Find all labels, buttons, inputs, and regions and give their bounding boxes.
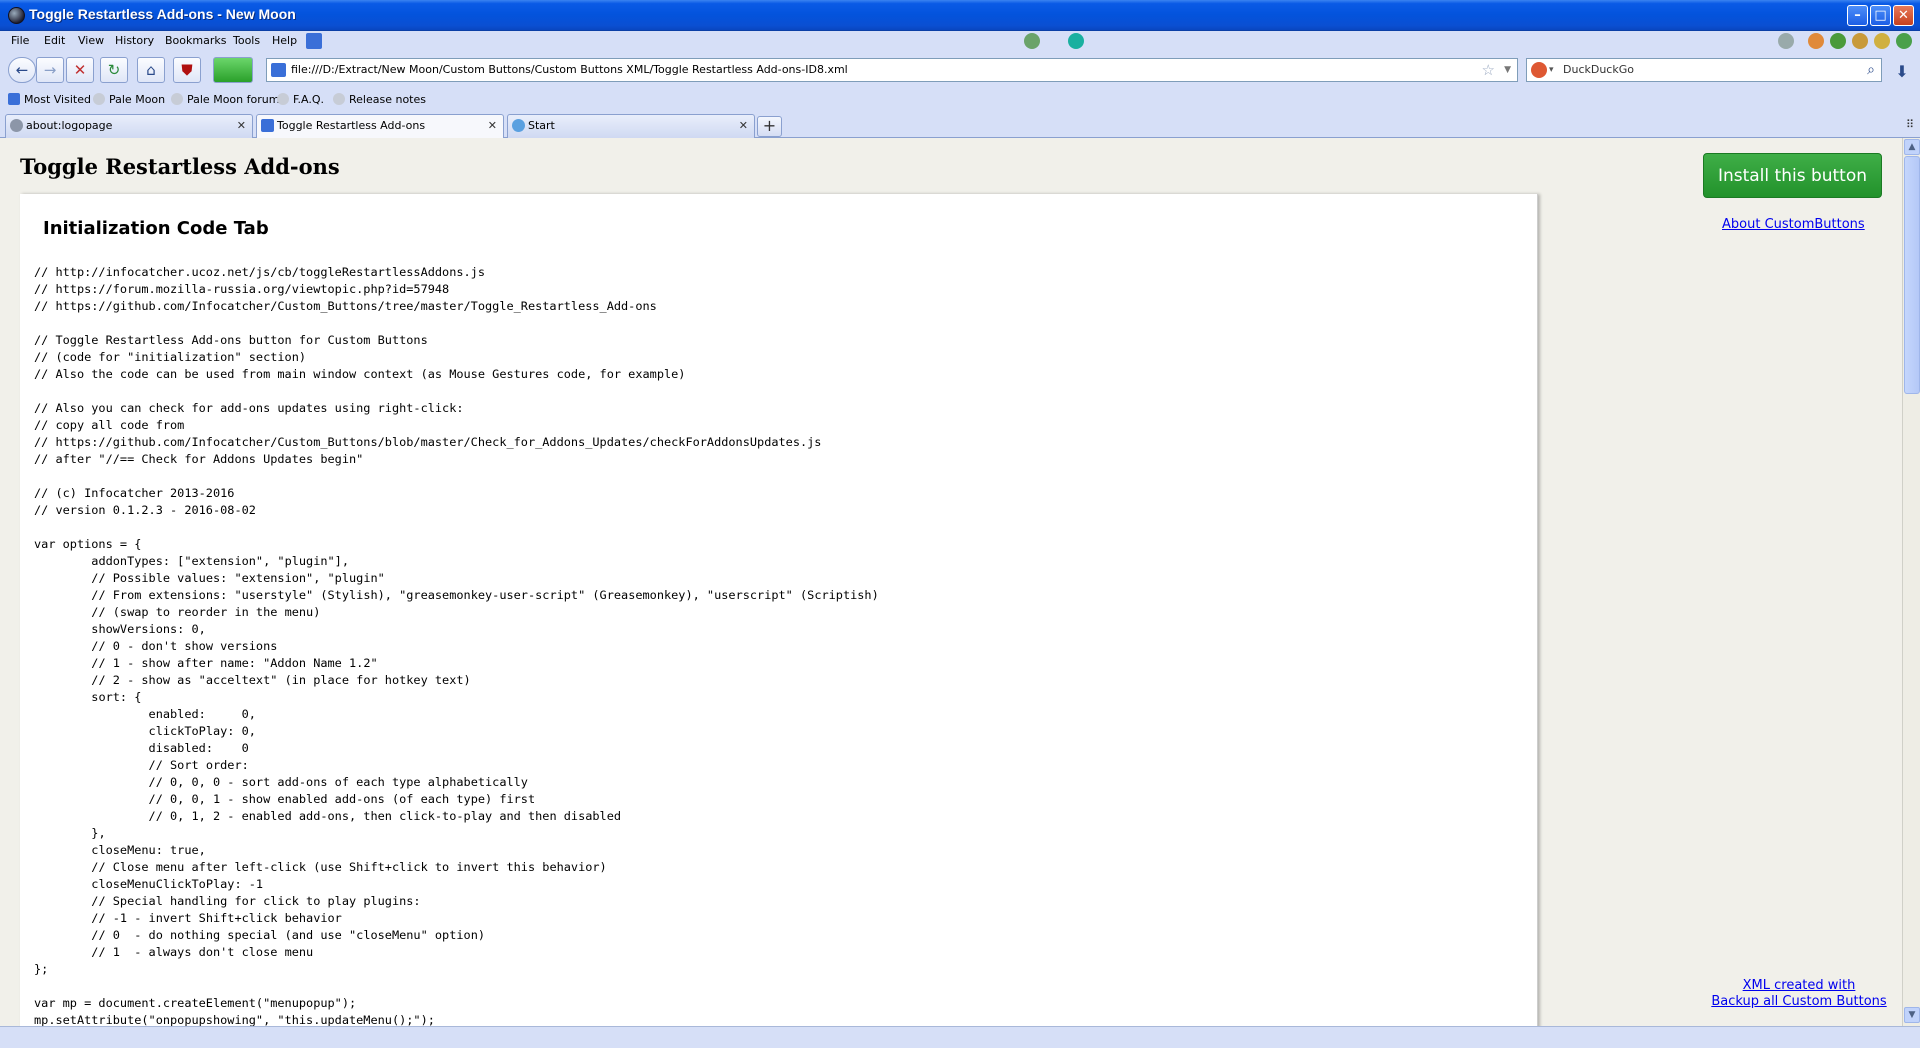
window-title: Toggle Restartless Add-ons - New Moon bbox=[29, 6, 296, 22]
bookmark-folder-icon bbox=[8, 93, 20, 105]
close-tab-icon[interactable]: ✕ bbox=[237, 115, 246, 136]
puzzle-icon bbox=[261, 119, 274, 132]
menu-help[interactable]: Help bbox=[272, 34, 297, 47]
scrollbar-thumb[interactable] bbox=[1904, 156, 1920, 394]
vertical-scrollbar[interactable]: ▲ ▼ bbox=[1902, 138, 1920, 1026]
arrow-left-icon: ← bbox=[15, 61, 29, 79]
section-title: Initialization Code Tab bbox=[43, 218, 269, 239]
start-page-icon bbox=[512, 119, 525, 132]
addon-toolbar-icon[interactable] bbox=[1808, 33, 1824, 49]
downloads-button[interactable]: ⬇ bbox=[1890, 59, 1914, 83]
home-button[interactable]: ⌂ bbox=[137, 57, 165, 83]
install-button[interactable]: Install this button bbox=[1703, 153, 1882, 198]
download-arrow-icon: ⬇ bbox=[1895, 61, 1909, 81]
list-all-tabs-icon[interactable]: ⠿ bbox=[1906, 118, 1914, 131]
search-bar[interactable]: ▾ DuckDuckGo ⌕ bbox=[1526, 58, 1882, 82]
pale-moon-icon bbox=[333, 93, 345, 105]
close-tab-icon[interactable]: ✕ bbox=[488, 115, 497, 136]
initialization-code: // http://infocatcher.ucoz.net/js/cb/tog… bbox=[34, 265, 879, 1026]
close-window-button[interactable]: ✕ bbox=[1893, 5, 1914, 26]
scroll-down-arrow-icon[interactable]: ▼ bbox=[1904, 1007, 1920, 1023]
back-button[interactable]: ← bbox=[8, 57, 36, 83]
shield-icon: ⛊ bbox=[181, 61, 193, 79]
url-text: file:///D:/Extract/New Moon/Custom Butto… bbox=[291, 63, 848, 76]
duckduckgo-icon[interactable] bbox=[1531, 62, 1547, 78]
code-panel: Initialization Code Tab // http://infoca… bbox=[20, 194, 1538, 1026]
browser-chrome: File Edit View History Bookmarks Tools H… bbox=[0, 31, 1920, 139]
bookmark-pale-moon[interactable]: Pale Moon bbox=[93, 93, 165, 106]
pale-moon-icon bbox=[10, 119, 23, 132]
menu-view[interactable]: View bbox=[78, 34, 104, 47]
pale-moon-icon bbox=[171, 93, 183, 105]
home-icon: ⌂ bbox=[146, 61, 156, 79]
stop-icon: ✕ bbox=[73, 61, 87, 79]
tab-start[interactable]: Start ✕ bbox=[507, 114, 755, 138]
minimize-button[interactable]: – bbox=[1847, 5, 1868, 26]
site-puzzle-icon bbox=[271, 63, 286, 77]
menu-edit[interactable]: Edit bbox=[44, 34, 65, 47]
scroll-up-arrow-icon[interactable]: ▲ bbox=[1904, 139, 1920, 155]
bookmarks-toolbar: Most Visited Pale Moon Pale Moon forum F… bbox=[0, 89, 1920, 111]
xml-created-line1: XML created with bbox=[1742, 978, 1856, 993]
new-tab-button[interactable]: + bbox=[757, 116, 782, 137]
bookmark-star-icon[interactable]: ☆ bbox=[1482, 59, 1495, 81]
window-titlebar: Toggle Restartless Add-ons - New Moon – … bbox=[0, 0, 1920, 31]
menu-bookmarks[interactable]: Bookmarks bbox=[165, 34, 226, 47]
tab-logopage[interactable]: about:logopage ✕ bbox=[5, 114, 253, 138]
bookmark-release-notes[interactable]: Release notes bbox=[333, 93, 426, 106]
stop-button[interactable]: ✕ bbox=[66, 57, 94, 83]
status-bar bbox=[0, 1026, 1920, 1048]
arrow-right-icon: → bbox=[43, 61, 57, 79]
ublock-button[interactable]: ⛊ bbox=[173, 57, 201, 83]
tab-bar: about:logopage ✕ Toggle Restartless Add-… bbox=[0, 112, 1920, 139]
addon-toolbar-icon[interactable] bbox=[1830, 33, 1846, 49]
search-engine-dropdown-icon[interactable]: ▾ bbox=[1549, 59, 1554, 81]
settings-gear-icon[interactable] bbox=[1778, 33, 1794, 49]
close-tab-icon[interactable]: ✕ bbox=[739, 115, 748, 136]
menu-history[interactable]: History bbox=[115, 34, 154, 47]
new-moon-logo-icon bbox=[8, 7, 25, 24]
xml-created-line2: Backup all Custom Buttons bbox=[1711, 994, 1887, 1009]
page-title: Toggle Restartless Add-ons bbox=[20, 154, 340, 179]
xml-created-link[interactable]: XML created with Backup all Custom Butto… bbox=[1710, 978, 1888, 1010]
forward-button[interactable]: → bbox=[36, 57, 64, 83]
pale-moon-icon bbox=[93, 93, 105, 105]
tab-toggle-restartless[interactable]: Toggle Restartless Add-ons ✕ bbox=[256, 114, 504, 139]
maximize-button[interactable]: □ bbox=[1870, 5, 1891, 26]
bookmark-most-visited[interactable]: Most Visited bbox=[8, 93, 91, 106]
bookmark-pale-moon-forum[interactable]: Pale Moon forum bbox=[171, 93, 279, 106]
custom-buttons-puzzle-icon[interactable] bbox=[306, 33, 322, 49]
menu-file[interactable]: File bbox=[11, 34, 29, 47]
about-custombuttons-link[interactable]: About CustomButtons bbox=[1722, 217, 1865, 232]
url-dropdown-icon[interactable]: ▼ bbox=[1504, 59, 1511, 81]
addon-toolbar-icon[interactable] bbox=[1852, 33, 1868, 49]
pale-moon-icon bbox=[277, 93, 289, 105]
menu-tools[interactable]: Tools bbox=[233, 34, 260, 47]
addon-toolbar-icon[interactable] bbox=[1896, 33, 1912, 49]
addon-green-button[interactable] bbox=[213, 57, 253, 83]
ip-addon-icon[interactable] bbox=[1068, 33, 1084, 49]
reload-icon: ↻ bbox=[107, 61, 121, 79]
search-icon[interactable]: ⌕ bbox=[1867, 59, 1875, 81]
reload-button[interactable]: ↻ bbox=[100, 57, 128, 83]
user-profile-icon[interactable] bbox=[1024, 33, 1040, 49]
menu-bar: File Edit View History Bookmarks Tools H… bbox=[0, 31, 1920, 52]
addon-toolbar-icon[interactable] bbox=[1874, 33, 1890, 49]
bookmark-faq[interactable]: F.A.Q. bbox=[277, 93, 324, 106]
navigation-toolbar: ← → ✕ ↻ ⌂ ⛊ file:///D:/Extract/New Moon/… bbox=[0, 53, 1920, 86]
search-placeholder: DuckDuckGo bbox=[1563, 63, 1634, 76]
url-bar[interactable]: file:///D:/Extract/New Moon/Custom Butto… bbox=[266, 58, 1518, 82]
page-content: Toggle Restartless Add-ons Initializatio… bbox=[0, 138, 1902, 1026]
